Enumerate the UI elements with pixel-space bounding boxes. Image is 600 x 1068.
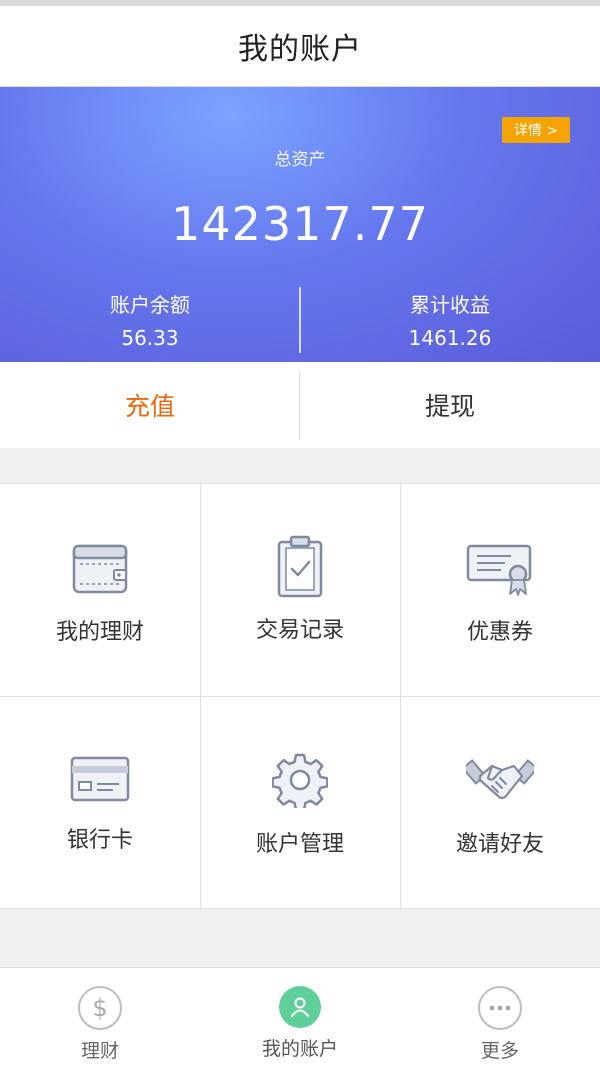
tab-my-account[interactable]: 我的账户: [200, 968, 400, 1068]
bank-card-icon: [70, 756, 130, 802]
recharge-button[interactable]: 充值: [0, 362, 300, 448]
handshake-icon: [466, 759, 534, 800]
total-assets-value: 142317.77: [171, 197, 429, 251]
action-divider: [299, 372, 300, 440]
grid-item-label: 银行卡: [66, 828, 133, 853]
tab-label: 更多: [480, 1040, 519, 1062]
wallet-icon: [72, 544, 128, 594]
balance-stat: 账户余额 56.33: [0, 289, 300, 350]
tab-label: 我的账户: [261, 1038, 338, 1060]
grid-item-label: 邀请好友: [455, 832, 544, 857]
gear-icon: [272, 753, 328, 808]
grid-item-bank-card[interactable]: 银行卡: [0, 696, 200, 908]
detail-button[interactable]: 详情 >: [502, 117, 570, 143]
grid-item-label: 我的理财: [55, 620, 144, 645]
grid-item-label: 优惠券: [466, 620, 533, 645]
tab-finance[interactable]: $ 理财: [0, 968, 200, 1068]
balance-value: 56.33: [121, 326, 179, 350]
income-stat: 累计收益 1461.26: [300, 289, 600, 350]
total-assets-label: 总资产: [274, 150, 326, 170]
action-bar: 充值 提现: [0, 362, 600, 448]
certificate-icon: [466, 544, 532, 596]
grid-item-account-settings[interactable]: 账户管理: [200, 696, 400, 908]
asset-banner: 详情 > 总资产 142317.77 账户余额 56.33 累计收益 1461.…: [0, 87, 600, 362]
feature-grid: 我的理财 交易记录 优惠券 银行卡 账户管理 邀请好友: [0, 483, 600, 909]
grid-item-label: 交易记录: [255, 618, 344, 643]
grid-item-label: 账户管理: [255, 832, 344, 857]
user-icon: [279, 986, 321, 1028]
grid-item-invite-friends[interactable]: 邀请好友: [400, 696, 600, 908]
tab-more[interactable]: 更多: [400, 968, 600, 1068]
grid-item-my-finance[interactable]: 我的理财: [0, 484, 200, 696]
page-title: 我的账户: [238, 32, 362, 67]
app-header: 我的账户: [0, 6, 600, 87]
bottom-tab-bar: $ 理财 我的账户 更多: [0, 967, 600, 1068]
income-value: 1461.26: [408, 326, 492, 350]
balance-label: 账户余额: [110, 293, 190, 317]
clipboard-icon: [277, 535, 323, 598]
income-label: 累计收益: [410, 293, 490, 317]
grid-item-transactions[interactable]: 交易记录: [200, 484, 400, 696]
withdraw-button[interactable]: 提现: [300, 362, 600, 448]
more-icon: [478, 986, 522, 1030]
dollar-icon: $: [78, 986, 122, 1030]
tab-label: 理财: [80, 1040, 119, 1062]
grid-item-coupons[interactable]: 优惠券: [400, 484, 600, 696]
